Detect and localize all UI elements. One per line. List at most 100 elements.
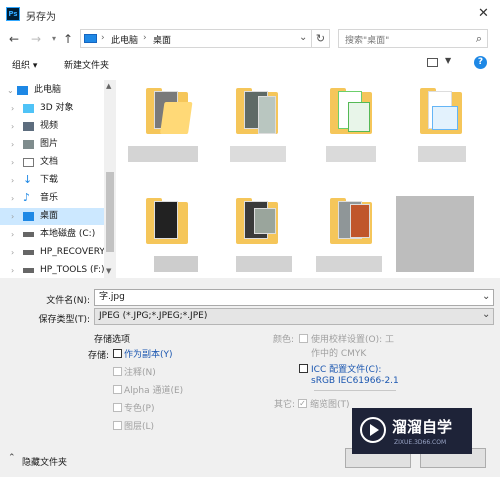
scroll-down-icon[interactable]: ▼ <box>106 267 111 275</box>
3d-objects-icon <box>23 104 34 113</box>
other-label: 其它: <box>274 400 296 410</box>
notes-checkbox[interactable] <box>113 367 122 376</box>
layers-checkbox[interactable] <box>113 421 122 430</box>
save-options-title: 存储选项 <box>94 335 131 345</box>
search-icon: ⌕ <box>475 32 482 45</box>
organize-button[interactable]: 组织 ▾ <box>12 58 37 71</box>
close-icon[interactable]: ✕ <box>478 6 489 21</box>
search-placeholder: 搜索"桌面" <box>345 36 390 46</box>
title-bar: Ps 另存为 ✕ <box>0 0 500 28</box>
sidebar-item-drive-c[interactable]: › 本地磁盘 (C:) <box>0 226 104 243</box>
folder-item[interactable] <box>420 88 462 134</box>
forward-button[interactable]: → <box>28 31 44 47</box>
scroll-up-icon[interactable]: ▲ <box>106 82 111 90</box>
sidebar-item-desktop[interactable]: › 桌面 <box>0 208 104 225</box>
spot-checkbox[interactable] <box>113 403 122 412</box>
sidebar-item-hp-recovery[interactable]: › HP_RECOVERY <box>0 244 105 261</box>
use-proof-checkbox[interactable] <box>299 334 308 343</box>
chevron-down-icon[interactable]: ⌄ <box>299 32 307 43</box>
sidebar-item-label: 3D 对象 <box>40 103 74 113</box>
file-name-blurred <box>236 256 292 272</box>
use-proof-label-line2: 作中的 CMYK <box>311 349 367 359</box>
chevron-right-icon[interactable]: › <box>11 136 14 153</box>
watermark-url: ZIXUE.3D66.COM <box>394 439 447 446</box>
alpha-label: Alpha 通道(E) <box>124 386 184 396</box>
drive-icon <box>23 250 34 255</box>
desktop-icon <box>23 212 34 221</box>
up-button[interactable]: ↑ <box>60 31 76 47</box>
navigation-pane[interactable]: ⌄ 此电脑 › 3D 对象 › 视频 › 图片 › 文档 › ↓ 下载 › ♪ … <box>0 80 105 279</box>
sidebar-item-pictures[interactable]: › 图片 <box>0 136 104 153</box>
file-name-blurred <box>326 146 376 162</box>
thumbnail-checkbox[interactable]: ✓ <box>298 399 307 408</box>
chevron-down-icon[interactable]: ⌄ <box>482 309 490 320</box>
chevron-right-icon[interactable]: › <box>11 226 14 243</box>
sidebar-item-label: 图片 <box>40 139 59 149</box>
address-bar[interactable]: › 此电脑 › 桌面 ⌄ <box>80 29 312 48</box>
drive-icon <box>23 232 34 237</box>
refresh-button[interactable]: ↻ <box>312 29 330 48</box>
sidebar-scrollbar-thumb[interactable] <box>106 172 114 252</box>
documents-icon <box>23 158 34 167</box>
file-name-blurred <box>154 256 198 272</box>
hide-folders-button[interactable]: 隐藏文件夹 <box>22 455 67 468</box>
window-title: 另存为 <box>26 12 56 23</box>
sidebar-item-label: 文档 <box>40 157 59 167</box>
pictures-icon <box>23 140 34 149</box>
new-folder-button[interactable]: 新建文件夹 <box>64 58 109 71</box>
sidebar-item-video[interactable]: › 视频 <box>0 118 104 135</box>
sidebar-item-label: 视频 <box>40 121 59 131</box>
breadcrumb-pc[interactable]: 此电脑 <box>111 33 138 46</box>
breadcrumb-sep-icon: › <box>143 33 147 43</box>
chevron-right-icon[interactable]: › <box>11 262 14 279</box>
icc-profile-checkbox[interactable] <box>299 364 308 373</box>
filename-input[interactable]: 字.jpg <box>94 289 494 306</box>
as-copy-checkbox[interactable] <box>113 349 122 358</box>
pc-icon <box>17 86 28 95</box>
file-list[interactable] <box>118 80 500 278</box>
sidebar-item-hp-tools[interactable]: › HP_TOOLS (F:) <box>0 262 104 279</box>
folder-item[interactable] <box>330 198 372 244</box>
alpha-checkbox[interactable] <box>113 385 122 394</box>
drive-icon <box>23 268 34 273</box>
as-copy-label[interactable]: 作为副本(Y) <box>124 347 173 360</box>
chevron-down-icon[interactable]: ⌄ <box>7 82 14 99</box>
notes-label: 注释(N) <box>124 368 156 378</box>
sidebar-item-documents[interactable]: › 文档 <box>0 154 104 171</box>
sidebar-item-label: HP_RECOVERY <box>40 247 105 257</box>
sidebar-item-this-pc[interactable]: ⌄ 此电脑 <box>0 82 104 99</box>
divider <box>314 390 396 391</box>
back-button[interactable]: ← <box>6 31 22 47</box>
folder-item[interactable] <box>236 198 278 244</box>
chevron-right-icon[interactable]: › <box>11 100 14 117</box>
sidebar-item-3d-objects[interactable]: › 3D 对象 <box>0 100 104 117</box>
icc-profile-label-line1[interactable]: ICC 配置文件(C): <box>311 362 381 375</box>
help-icon[interactable]: ? <box>474 56 487 69</box>
chevron-down-icon[interactable]: ▼ <box>445 56 451 65</box>
chevron-right-icon[interactable]: › <box>11 172 14 189</box>
chevron-right-icon[interactable]: › <box>11 154 14 171</box>
chevron-down-icon[interactable]: ⌄ <box>482 291 490 302</box>
view-options-icon[interactable] <box>427 58 438 67</box>
filetype-label: 保存类型(T): <box>38 315 90 325</box>
watermark-brand: 溜溜自学 <box>392 418 453 436</box>
pc-icon <box>84 34 97 43</box>
folder-item[interactable] <box>236 88 278 134</box>
filetype-select[interactable]: JPEG (*.JPG;*.JPEG;*.JPE) <box>94 308 494 325</box>
search-input[interactable]: 搜索"桌面" ⌕ <box>338 29 488 48</box>
sidebar-item-music[interactable]: › ♪ 音乐 <box>0 190 104 207</box>
file-thumbnail-blurred <box>396 196 474 272</box>
chevron-right-icon[interactable]: › <box>11 244 14 261</box>
chevron-right-icon[interactable]: › <box>11 190 14 207</box>
file-name-blurred <box>230 146 286 162</box>
chevron-right-icon[interactable]: › <box>11 208 14 225</box>
folder-item[interactable] <box>146 198 188 244</box>
command-bar: 组织 ▾ 新建文件夹 ▼ ? <box>0 54 500 76</box>
folder-item[interactable] <box>330 88 372 134</box>
breadcrumb-desktop[interactable]: 桌面 <box>153 33 171 46</box>
folder-item[interactable] <box>146 88 193 134</box>
chevron-up-icon[interactable]: ⌃ <box>8 453 16 463</box>
chevron-right-icon[interactable]: › <box>11 118 14 135</box>
thumbnail-label: 缩览图(T) <box>310 400 350 410</box>
sidebar-item-downloads[interactable]: › ↓ 下载 <box>0 172 104 189</box>
